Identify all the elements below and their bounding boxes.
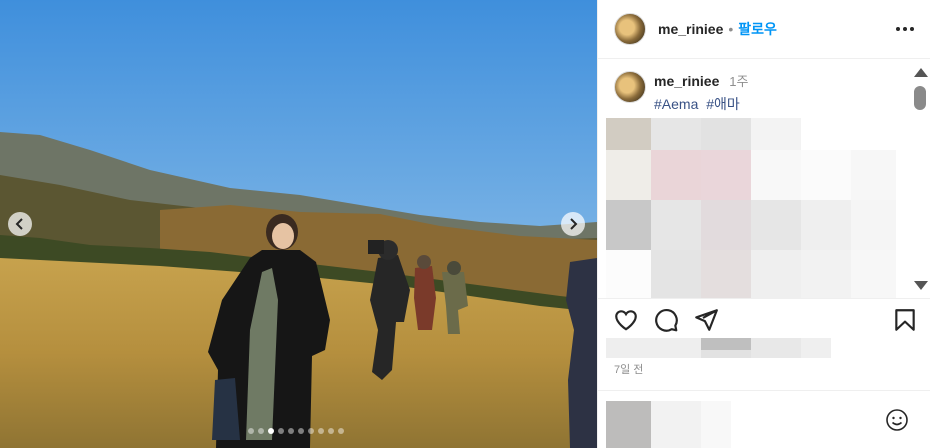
scroll-down-arrow-icon[interactable] — [914, 281, 928, 290]
scroll-thumb[interactable] — [914, 86, 926, 110]
blurred-likes — [606, 338, 831, 358]
caption: me_riniee 1주 #Aema #애마 — [614, 71, 748, 114]
carousel-dot — [268, 428, 274, 434]
blurred-comment-input — [606, 401, 731, 448]
caption-time: 1주 — [729, 74, 749, 89]
carousel-dot — [328, 428, 334, 434]
follow-button[interactable]: 팔로우 — [738, 19, 777, 39]
chevron-right-icon — [570, 218, 578, 230]
carousel-dot — [298, 428, 304, 434]
previous-slide-button[interactable] — [8, 212, 32, 236]
post-header: me_riniee • 팔로우 — [598, 0, 930, 59]
next-slide-button[interactable] — [561, 212, 585, 236]
carousel-dot — [288, 428, 294, 434]
carousel-dot — [248, 428, 254, 434]
carousel-dot — [278, 428, 284, 434]
comment-button[interactable] — [653, 307, 679, 333]
carousel-dot — [338, 428, 344, 434]
avatar[interactable] — [614, 13, 646, 45]
comments-section: me_riniee 1주 #Aema #애마 — [598, 60, 912, 298]
heart-icon — [615, 310, 637, 331]
more-options-button[interactable] — [894, 18, 916, 40]
like-button[interactable] — [613, 307, 639, 333]
add-comment-bar[interactable] — [598, 390, 930, 448]
carousel-indicator — [248, 428, 344, 434]
hashtag-list: #Aema #애마 — [654, 94, 748, 114]
caption-avatar[interactable] — [614, 71, 646, 103]
carousel-dot — [308, 428, 314, 434]
bookmark-icon — [895, 309, 915, 331]
header-separator: • — [728, 21, 734, 37]
save-button[interactable] — [892, 307, 918, 333]
comments-scrollbar[interactable] — [910, 60, 930, 298]
emoji-button[interactable] — [885, 408, 909, 432]
hashtag-link[interactable]: #애마 — [706, 96, 740, 112]
share-button[interactable] — [693, 307, 719, 333]
hashtag-link[interactable]: #Aema — [654, 96, 698, 112]
more-horizontal-icon — [896, 27, 900, 31]
carousel-dot — [258, 428, 264, 434]
carousel-dot — [318, 428, 324, 434]
post-details-panel: me_riniee • 팔로우 me_riniee 1주 #Aema #애마 7… — [597, 0, 930, 448]
paper-plane-icon — [695, 309, 718, 331]
comment-icon — [655, 309, 678, 332]
smiley-icon — [886, 409, 908, 431]
landscape-photo — [0, 0, 597, 448]
post-date: 7일 전 — [614, 364, 644, 376]
caption-username[interactable]: me_riniee — [654, 73, 719, 89]
action-bar — [598, 298, 930, 342]
author-username[interactable]: me_riniee — [658, 21, 723, 37]
post-photo[interactable] — [0, 0, 597, 448]
blurred-comment-content — [606, 118, 896, 298]
scroll-up-arrow-icon[interactable] — [914, 68, 928, 77]
chevron-left-icon — [15, 218, 23, 230]
